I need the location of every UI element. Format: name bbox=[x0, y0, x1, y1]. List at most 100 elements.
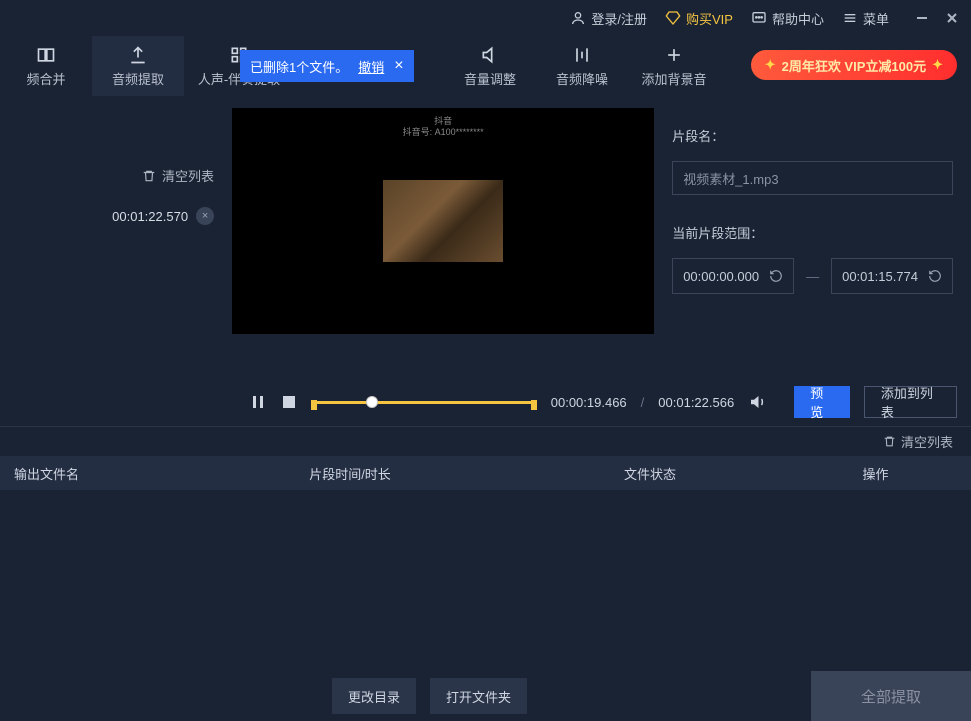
clear-list-label: 清空列表 bbox=[162, 166, 214, 185]
tab-merge[interactable]: 频合并 bbox=[0, 36, 92, 96]
buy-vip-link[interactable]: 购买VIP bbox=[665, 9, 733, 28]
stop-icon bbox=[282, 395, 296, 409]
plus-icon bbox=[664, 45, 684, 65]
output-list-toolbar: 清空列表 bbox=[0, 426, 971, 456]
title-bar: 登录/注册 购买VIP 帮助中心 菜单 bbox=[0, 0, 971, 36]
reset-icon bbox=[928, 269, 942, 283]
menu-link[interactable]: 菜单 bbox=[842, 9, 889, 28]
open-folder-label: 打开文件夹 bbox=[446, 687, 511, 706]
pause-icon bbox=[251, 395, 265, 409]
col-filename: 输出文件名 bbox=[0, 464, 180, 483]
toast-close-button[interactable]: × bbox=[394, 57, 403, 75]
tab-label: 音频降噪 bbox=[556, 69, 608, 88]
bottom-bar: 更改目录 打开文件夹 全部提取 bbox=[0, 671, 971, 721]
upload-icon bbox=[128, 45, 148, 65]
help-label: 帮助中心 bbox=[772, 9, 824, 28]
slider-track bbox=[311, 401, 537, 404]
clear-output-label: 清空列表 bbox=[901, 432, 953, 451]
total-time: 00:01:22.566 bbox=[658, 395, 734, 410]
volume-button[interactable] bbox=[748, 393, 766, 411]
file-duration: 00:01:22.570 bbox=[112, 209, 188, 224]
merge-icon bbox=[36, 45, 56, 65]
watermark: 抖音 抖音号: A100******** bbox=[403, 116, 484, 138]
range-end-input[interactable]: 00:01:15.774 bbox=[831, 258, 953, 294]
menu-label: 菜单 bbox=[863, 9, 889, 28]
trash-icon bbox=[142, 169, 156, 183]
watermark-line2: 抖音号: A100******** bbox=[403, 127, 484, 138]
col-action: 操作 bbox=[780, 464, 971, 483]
login-label: 登录/注册 bbox=[591, 9, 647, 28]
help-link[interactable]: 帮助中心 bbox=[751, 9, 824, 28]
function-toolbar: 频合并 音频提取 人声-伴奏提取 音量调整 音频降噪 添加背景音 已删除1个文件… bbox=[0, 36, 971, 96]
file-list-panel: 清空列表 00:01:22.570 × bbox=[0, 96, 232, 378]
range-start-marker[interactable] bbox=[311, 400, 317, 410]
login-link[interactable]: 登录/注册 bbox=[570, 9, 647, 28]
extract-all-label: 全部提取 bbox=[861, 686, 921, 707]
extract-all-button[interactable]: 全部提取 bbox=[811, 671, 971, 721]
add-to-list-label: 添加到列表 bbox=[881, 383, 940, 421]
promo-text: 2周年狂欢 VIP立减100元 bbox=[782, 56, 927, 75]
file-item[interactable]: 00:01:22.570 × bbox=[112, 207, 214, 225]
playback-bar: 00:00:19.466 / 00:01:22.566 预览 添加到列表 bbox=[0, 378, 971, 426]
window-controls bbox=[913, 9, 961, 27]
minimize-button[interactable] bbox=[913, 9, 931, 27]
output-list-header: 输出文件名 片段时间/时长 文件状态 操作 bbox=[0, 456, 971, 490]
range-end-value: 00:01:15.774 bbox=[842, 269, 918, 284]
sparkle-icon: ✦ bbox=[932, 57, 943, 73]
equalizer-icon bbox=[572, 45, 592, 65]
promo-banner[interactable]: ✦ 2周年狂欢 VIP立减100元 ✦ bbox=[751, 50, 957, 80]
col-status: 文件状态 bbox=[520, 464, 780, 483]
preview-button-label: 预览 bbox=[810, 383, 834, 421]
tab-label: 音频提取 bbox=[112, 69, 164, 88]
diamond-icon bbox=[665, 10, 681, 26]
range-end-marker[interactable] bbox=[531, 400, 537, 410]
range-start-value: 00:00:00.000 bbox=[683, 269, 759, 284]
trash-icon bbox=[883, 435, 896, 448]
seek-handle[interactable] bbox=[366, 396, 378, 408]
toast-message: 已删除1个文件。 bbox=[250, 57, 348, 76]
tab-denoise[interactable]: 音频降噪 bbox=[536, 36, 628, 96]
col-duration: 片段时间/时长 bbox=[180, 464, 520, 483]
clear-output-list-button[interactable]: 清空列表 bbox=[883, 432, 953, 451]
change-dir-label: 更改目录 bbox=[348, 687, 400, 706]
output-list-body bbox=[0, 490, 971, 700]
tab-volume[interactable]: 音量调整 bbox=[444, 36, 536, 96]
video-preview[interactable]: 抖音 抖音号: A100******** bbox=[232, 108, 654, 334]
minimize-icon bbox=[915, 11, 929, 25]
remove-file-button[interactable]: × bbox=[196, 207, 214, 225]
clip-name-input[interactable] bbox=[672, 161, 953, 195]
open-folder-button[interactable]: 打开文件夹 bbox=[430, 678, 527, 714]
tab-label: 添加背景音 bbox=[641, 69, 706, 88]
tab-label: 音量调整 bbox=[464, 69, 516, 88]
reset-icon bbox=[769, 269, 783, 283]
preview-button[interactable]: 预览 bbox=[794, 386, 850, 418]
undo-link[interactable]: 撤销 bbox=[358, 57, 384, 76]
video-thumbnail bbox=[383, 180, 503, 262]
range-row: 00:00:00.000 — 00:01:15.774 bbox=[672, 258, 953, 294]
tab-label: 频合并 bbox=[26, 69, 65, 88]
tab-bgm[interactable]: 添加背景音 bbox=[628, 36, 720, 96]
menu-icon bbox=[842, 10, 858, 26]
close-button[interactable] bbox=[943, 9, 961, 27]
tab-audio-extract[interactable]: 音频提取 bbox=[92, 36, 184, 96]
range-separator: — bbox=[806, 269, 819, 284]
chat-icon bbox=[751, 10, 767, 26]
user-icon bbox=[570, 10, 586, 26]
close-icon bbox=[945, 11, 959, 25]
range-start-input[interactable]: 00:00:00.000 bbox=[672, 258, 794, 294]
speaker-icon bbox=[480, 45, 500, 65]
watermark-line1: 抖音 bbox=[403, 116, 484, 127]
stop-button[interactable] bbox=[280, 393, 296, 411]
vip-label: 购买VIP bbox=[686, 9, 733, 28]
range-label: 当前片段范围： bbox=[672, 223, 953, 242]
change-dir-button[interactable]: 更改目录 bbox=[332, 678, 416, 714]
sparkle-icon: ✦ bbox=[765, 57, 776, 73]
volume-icon bbox=[748, 393, 766, 411]
time-separator: / bbox=[641, 395, 645, 410]
pause-button[interactable] bbox=[250, 393, 266, 411]
clear-list-button[interactable]: 清空列表 bbox=[142, 166, 214, 185]
seek-slider[interactable] bbox=[311, 390, 537, 414]
clip-name-label: 片段名： bbox=[672, 126, 953, 145]
add-to-list-button[interactable]: 添加到列表 bbox=[864, 386, 957, 418]
current-time: 00:00:19.466 bbox=[551, 395, 627, 410]
